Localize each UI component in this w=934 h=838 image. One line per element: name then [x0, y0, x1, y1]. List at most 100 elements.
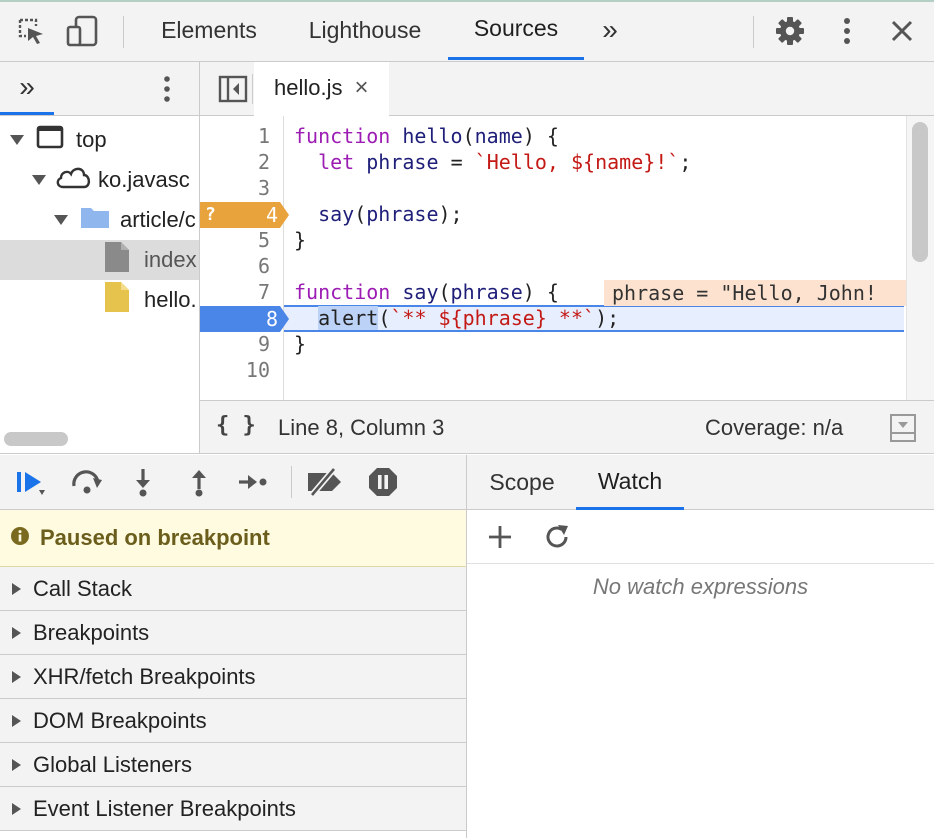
editor-status-bar: { } Line 8, Column 3 Coverage: n/a: [200, 400, 934, 454]
step-into-icon[interactable]: [124, 462, 162, 502]
add-watch-expression-icon[interactable]: [487, 524, 513, 550]
collapse-arrow-icon: [12, 670, 21, 683]
file-navigator-tree: top ko.javasc article/c index hello.: [0, 116, 200, 454]
breakpoint-marker[interactable]: 8: [200, 306, 290, 332]
refresh-watch-icon[interactable]: [543, 523, 571, 551]
info-icon: [10, 526, 30, 551]
tree-item-hello-js[interactable]: hello.: [0, 280, 199, 320]
frame-icon: [36, 125, 64, 155]
tree-item-folder[interactable]: article/c: [0, 200, 199, 240]
tree-item-label: top: [76, 127, 107, 152]
coverage-drawer-icon[interactable]: [890, 414, 916, 442]
code-line: }: [294, 228, 307, 252]
tab-sources[interactable]: Sources: [448, 0, 584, 60]
coverage-status: Coverage: n/a: [705, 415, 844, 440]
section-title: Breakpoints: [33, 619, 150, 645]
folder-icon: [80, 205, 110, 235]
line-number[interactable]: 2: [200, 149, 278, 175]
step-out-icon[interactable]: [180, 462, 218, 502]
tree-item-label: hello.: [144, 287, 197, 312]
section-title: Event Listener Breakpoints: [33, 795, 296, 821]
section-call-stack[interactable]: Call Stack: [0, 567, 467, 611]
tree-item-index[interactable]: index: [0, 240, 199, 280]
toggle-navigator-icon[interactable]: [218, 75, 248, 103]
file-icon-gray: [104, 241, 130, 279]
editor-scrollbar-thumb[interactable]: [912, 122, 928, 262]
debugger-toolbar-divider: [291, 466, 292, 498]
more-tabs-icon[interactable]: »: [592, 0, 628, 60]
collapse-arrow-icon: [12, 582, 21, 595]
navigator-header: »: [0, 62, 200, 116]
tabbar-divider: [252, 74, 253, 104]
cloud-icon: [54, 164, 92, 196]
code-line: say(phrase);: [318, 202, 463, 226]
line-number[interactable]: 1: [200, 123, 278, 149]
inspect-element-icon[interactable]: [14, 14, 48, 48]
collapse-arrow-icon: [12, 714, 21, 727]
step-icon[interactable]: [234, 462, 272, 502]
settings-gear-icon[interactable]: [773, 14, 807, 48]
expand-arrow-icon[interactable]: [32, 175, 46, 185]
paused-banner: Paused on breakpoint: [0, 510, 467, 567]
section-event-listener-breakpoints[interactable]: Event Listener Breakpoints: [0, 787, 467, 831]
close-icon[interactable]: [885, 14, 919, 48]
line-number: 8: [265, 307, 278, 331]
tree-item-domain[interactable]: ko.javasc: [0, 160, 199, 200]
section-global-listeners[interactable]: Global Listeners: [0, 743, 467, 787]
step-over-icon[interactable]: [68, 462, 106, 502]
close-tab-icon[interactable]: ×: [354, 74, 368, 102]
tree-item-top[interactable]: top: [0, 120, 199, 160]
section-title: XHR/fetch Breakpoints: [33, 663, 256, 689]
navigator-menu-icon[interactable]: [158, 74, 176, 104]
section-breakpoints[interactable]: Breakpoints: [0, 611, 467, 655]
line-number[interactable]: 6: [200, 253, 278, 279]
section-title: DOM Breakpoints: [33, 707, 207, 733]
navigator-scrollbar-thumb[interactable]: [4, 432, 68, 446]
line-number[interactable]: 9: [200, 331, 278, 357]
deactivate-breakpoints-icon[interactable]: [306, 462, 344, 502]
pause-on-exceptions-icon[interactable]: [364, 462, 402, 502]
file-tab-label: hello.js: [274, 74, 343, 100]
file-icon-yellow: [104, 281, 130, 319]
expand-arrow-icon[interactable]: [10, 135, 24, 145]
kebab-menu-icon[interactable]: [830, 14, 864, 48]
line-number[interactable]: 7: [200, 279, 278, 305]
conditional-breakpoint-marker[interactable]: ? 4: [200, 202, 290, 228]
tab-watch[interactable]: Watch: [576, 455, 684, 510]
tab-scope[interactable]: Scope: [476, 455, 568, 510]
debugger-sidebar-bottom: [0, 831, 467, 838]
code-line: let phrase = `Hello, ${name}!`;: [318, 150, 692, 174]
tree-item-label: article/c: [120, 207, 196, 232]
tree-item-label: ko.javasc: [98, 167, 190, 192]
resume-icon[interactable]: [12, 462, 50, 502]
line-number[interactable]: 3: [200, 175, 278, 201]
line-number[interactable]: 10: [200, 357, 278, 383]
code-line-current: alert(`** ${phrase} **`);: [318, 306, 620, 330]
inline-variable-value: phrase = "Hello, John!: [604, 280, 906, 306]
section-xhr-fetch-breakpoints[interactable]: XHR/fetch Breakpoints: [0, 655, 467, 699]
toolbar-divider: [123, 16, 124, 48]
line-number: 4: [265, 203, 278, 227]
paused-message: Paused on breakpoint: [40, 525, 270, 550]
section-title: Global Listeners: [33, 751, 192, 777]
collapse-arrow-icon: [12, 802, 21, 815]
expand-arrow-icon[interactable]: [54, 215, 68, 225]
watch-toolbar: [467, 510, 934, 564]
cursor-position: Line 8, Column 3: [278, 415, 445, 440]
editor-file-tab[interactable]: hello.js ×: [254, 62, 389, 116]
navigator-more-icon[interactable]: »: [0, 62, 54, 115]
collapse-arrow-icon: [12, 758, 21, 771]
watch-empty-message: No watch expressions: [592, 574, 809, 599]
collapse-arrow-icon: [12, 626, 21, 639]
device-toolbar-icon[interactable]: [66, 14, 100, 48]
section-dom-breakpoints[interactable]: DOM Breakpoints: [0, 699, 467, 743]
tab-lighthouse[interactable]: Lighthouse: [290, 0, 440, 60]
tree-item-label: index: [144, 247, 197, 272]
pretty-print-icon[interactable]: { }: [216, 413, 256, 438]
code-line: function say(phrase) {: [294, 280, 559, 304]
tab-elements[interactable]: Elements: [144, 0, 274, 60]
section-title: Call Stack: [33, 575, 133, 601]
toolbar-divider: [753, 16, 754, 48]
line-number[interactable]: 5: [200, 227, 278, 253]
code-line: }: [294, 332, 307, 356]
